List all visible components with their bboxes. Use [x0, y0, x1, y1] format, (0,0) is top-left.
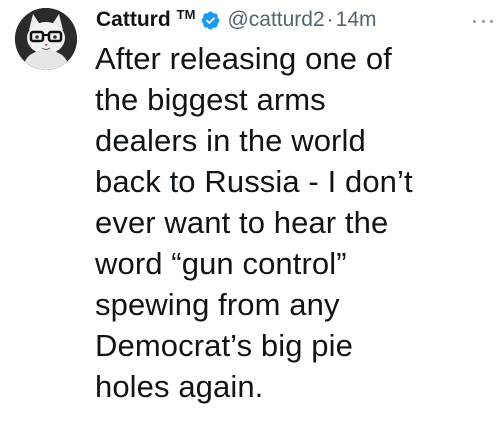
- more-dot: [473, 19, 476, 23]
- cat-avatar-icon: [15, 8, 77, 70]
- trademark-label: TM: [176, 6, 196, 22]
- more-options-icon[interactable]: [473, 18, 493, 24]
- timestamp[interactable]: 14m: [336, 8, 377, 32]
- verified-badge-icon: [200, 10, 221, 31]
- display-name[interactable]: Catturd: [96, 8, 171, 32]
- tweet-text: After releasing one of the biggest arms …: [95, 41, 413, 404]
- more-dot: [490, 19, 493, 23]
- user-handle[interactable]: @catturd2: [227, 8, 324, 32]
- avatar[interactable]: [15, 8, 77, 70]
- tweet-header: Catturd TM @catturd2 · 14m: [96, 6, 377, 34]
- separator-dot: ·: [326, 8, 334, 31]
- more-dot: [481, 19, 485, 23]
- tweet-card: Catturd TM @catturd2 · 14m After releasi…: [0, 0, 500, 438]
